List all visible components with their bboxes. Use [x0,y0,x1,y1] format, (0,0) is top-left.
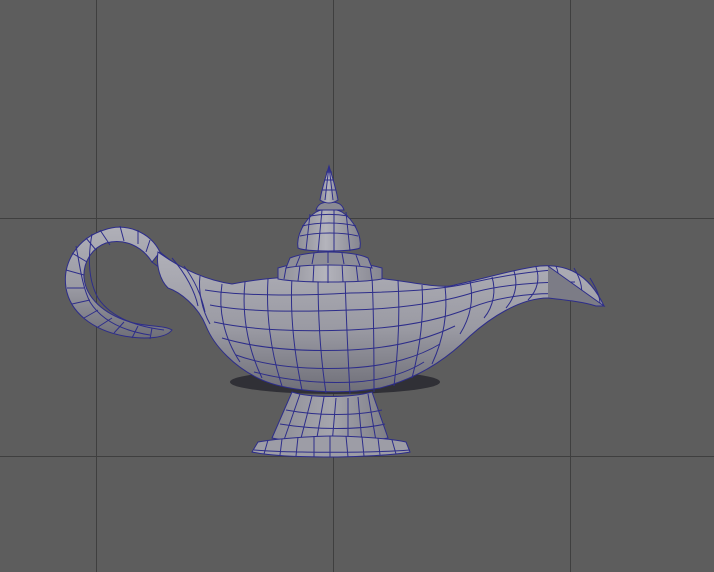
lamp-base [251,391,411,458]
3d-viewport[interactable] [0,0,714,572]
lamp-lid [277,164,383,283]
lamp-model[interactable] [0,0,714,572]
